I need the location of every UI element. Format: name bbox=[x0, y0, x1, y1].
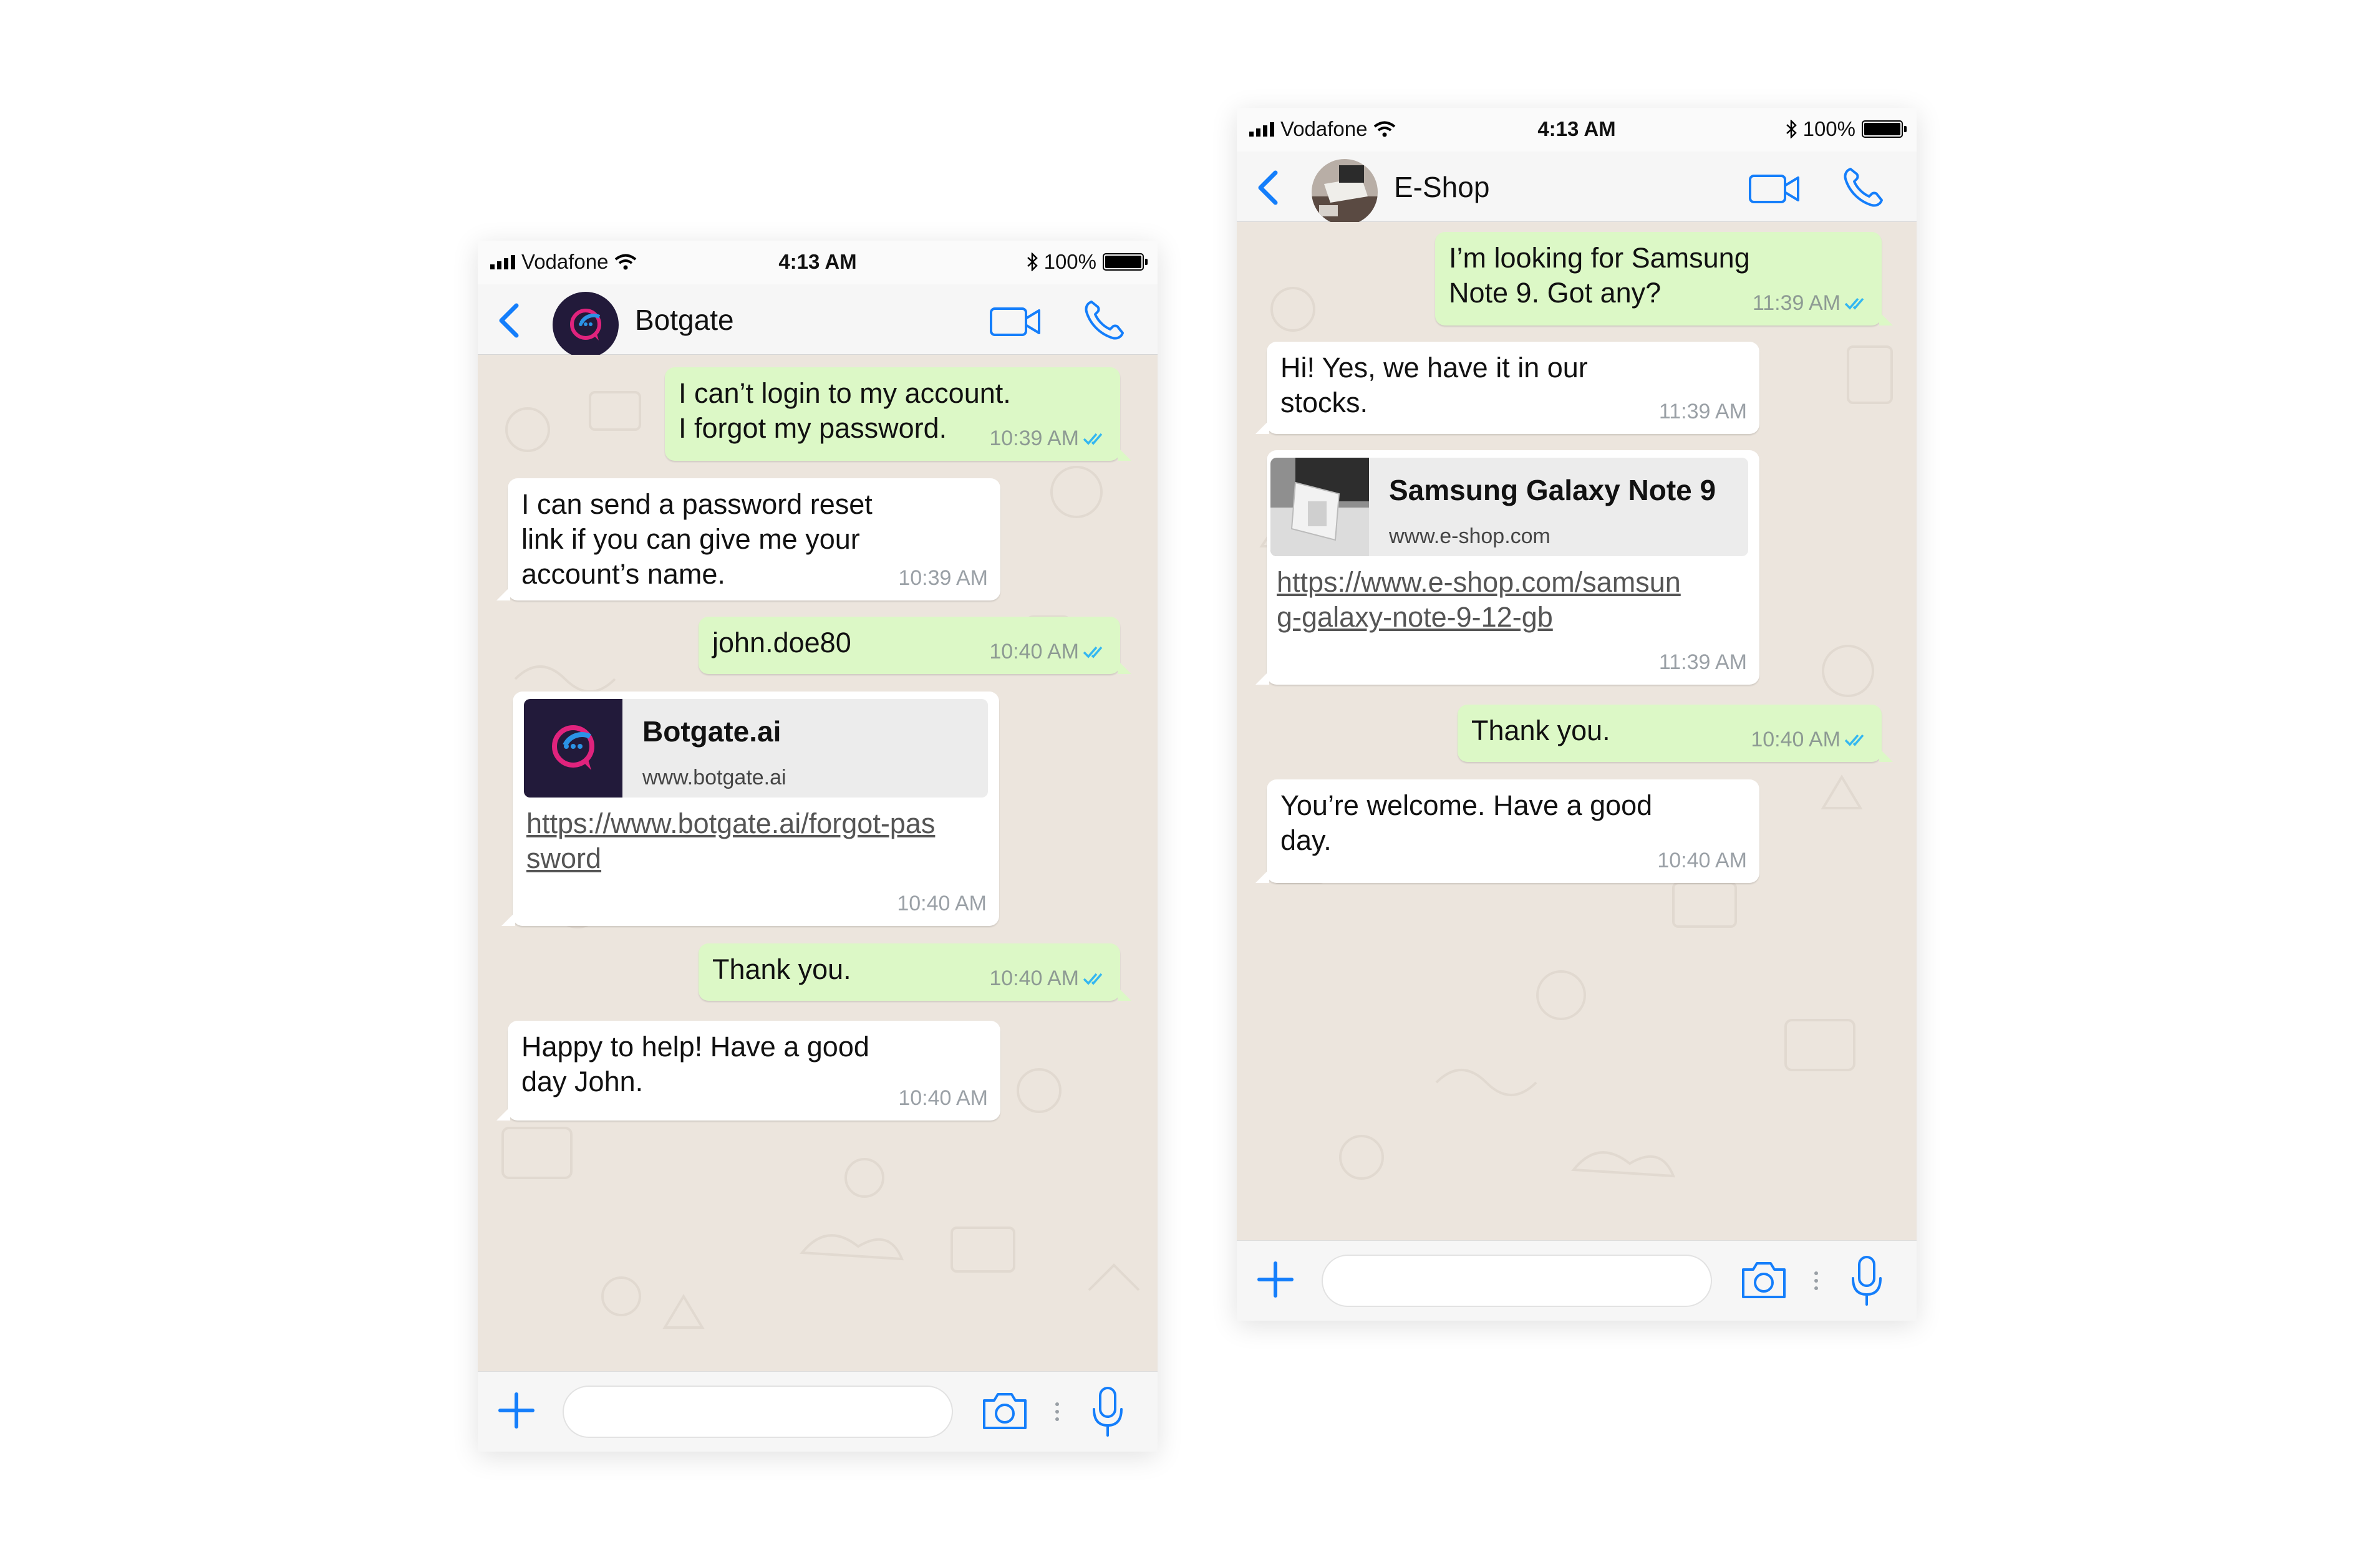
message-time: 10:40 AM bbox=[989, 640, 1079, 663]
back-chevron-icon[interactable] bbox=[494, 302, 525, 339]
message-meta: 10:39 AM bbox=[989, 421, 1108, 456]
separator-dots-icon bbox=[1055, 1402, 1059, 1421]
status-bar: Vodafone 4:13 AM 100% bbox=[478, 241, 1158, 284]
link-url[interactable]: https://www.e-shop.com/samsun g-galaxy-n… bbox=[1277, 565, 1681, 635]
status-right: 100% bbox=[1786, 117, 1907, 141]
link-title: Botgate.ai bbox=[642, 715, 781, 748]
status-right: 100% bbox=[1027, 250, 1148, 274]
message-time: 11:39 AM bbox=[1752, 291, 1841, 315]
message-incoming[interactable]: Hi! Yes, we have it in our stocks. 11:39… bbox=[1255, 342, 1759, 434]
bluetooth-icon bbox=[1027, 253, 1038, 271]
eshop-photo-avatar bbox=[1312, 159, 1378, 225]
message-meta: 11:39 AM bbox=[1753, 286, 1869, 321]
link-preview-card[interactable]: Samsung Galaxy Note 9 www.e-shop.com bbox=[1270, 458, 1748, 556]
message-time: 10:40 AM bbox=[989, 966, 1079, 990]
plus-icon[interactable] bbox=[496, 1391, 536, 1430]
input-bar bbox=[1237, 1240, 1917, 1321]
message-outgoing[interactable]: john.doe80 10:40 AM bbox=[699, 617, 1131, 674]
message-meta: 10:40 AM bbox=[989, 961, 1108, 996]
phone-call-icon[interactable] bbox=[1083, 298, 1126, 342]
message-time: 10:39 AM bbox=[989, 427, 1079, 450]
back-chevron-icon[interactable] bbox=[1253, 169, 1284, 206]
avatar[interactable] bbox=[553, 292, 619, 358]
message-outgoing[interactable]: Thank you. 10:40 AM bbox=[1458, 705, 1893, 762]
read-ticks-icon bbox=[1083, 433, 1103, 445]
message-incoming[interactable]: I can send a password reset link if you … bbox=[496, 478, 1000, 600]
avatar[interactable] bbox=[1312, 159, 1378, 225]
camera-icon[interactable] bbox=[980, 1389, 1029, 1433]
message-outgoing[interactable]: I’m looking for Samsung Note 9. Got any?… bbox=[1435, 232, 1893, 325]
link-preview-card[interactable]: Botgate.ai www.botgate.ai bbox=[524, 699, 988, 798]
botgate-logo-icon bbox=[553, 292, 619, 358]
read-ticks-icon bbox=[1844, 734, 1864, 746]
battery-percent: 100% bbox=[1802, 117, 1855, 140]
camera-icon[interactable] bbox=[1739, 1258, 1788, 1302]
microphone-icon[interactable] bbox=[1090, 1386, 1125, 1438]
chat-area[interactable]: I can’t login to my account. I forgot my… bbox=[478, 355, 1158, 1372]
read-ticks-icon bbox=[1083, 973, 1103, 985]
link-url[interactable]: https://www.botgate.ai/forgot-pas sword bbox=[526, 806, 935, 876]
phone-eshop: Vodafone 4:13 AM 100% E-Shop I’m looking… bbox=[1237, 108, 1917, 1321]
message-time: 10:39 AM bbox=[898, 566, 988, 590]
plus-icon[interactable] bbox=[1255, 1260, 1295, 1299]
botgate-logo-icon bbox=[524, 699, 622, 798]
video-call-icon[interactable] bbox=[989, 306, 1042, 338]
message-meta: 10:40 AM bbox=[1751, 722, 1869, 757]
message-meta: 10:40 AM bbox=[989, 634, 1108, 669]
status-bar: Vodafone 4:13 AM 100% bbox=[1237, 108, 1917, 152]
separator-dots-icon bbox=[1814, 1271, 1818, 1290]
message-incoming-link[interactable]: Samsung Galaxy Note 9 www.e-shop.com htt… bbox=[1255, 450, 1759, 685]
message-time: 10:40 AM bbox=[897, 892, 987, 915]
chat-title[interactable]: Botgate bbox=[635, 303, 734, 337]
link-domain: www.botgate.ai bbox=[642, 766, 786, 789]
message-meta: 10:40 AM bbox=[898, 1081, 988, 1116]
message-incoming[interactable]: Happy to help! Have a good day John. 10:… bbox=[496, 1021, 1000, 1121]
chat-title[interactable]: E-Shop bbox=[1394, 170, 1489, 204]
product-thumbnail-image bbox=[1270, 458, 1369, 556]
message-time: 10:40 AM bbox=[1751, 728, 1841, 751]
message-meta: 11:39 AM bbox=[1659, 645, 1747, 680]
microphone-icon[interactable] bbox=[1849, 1255, 1884, 1307]
video-call-icon[interactable] bbox=[1748, 173, 1801, 205]
link-domain: www.e-shop.com bbox=[1389, 524, 1550, 548]
battery-percent: 100% bbox=[1043, 250, 1096, 273]
message-meta: 10:40 AM bbox=[1657, 843, 1747, 878]
read-ticks-icon bbox=[1083, 646, 1103, 658]
message-incoming[interactable]: You’re welcome. Have a good day. 10:40 A… bbox=[1255, 779, 1759, 883]
chat-header: Botgate bbox=[478, 284, 1158, 358]
message-time: 11:39 AM bbox=[1658, 400, 1747, 423]
phone-call-icon[interactable] bbox=[1842, 165, 1885, 209]
message-meta: 10:39 AM bbox=[898, 561, 988, 595]
phone-botgate: Vodafone 4:13 AM 100% Botgate I can’t lo… bbox=[478, 241, 1158, 1452]
message-time: 10:40 AM bbox=[898, 1086, 988, 1110]
message-input[interactable] bbox=[563, 1386, 953, 1438]
message-time: 10:40 AM bbox=[1657, 849, 1747, 872]
chat-header: E-Shop bbox=[1237, 152, 1917, 225]
message-meta: 10:40 AM bbox=[897, 886, 987, 921]
battery-icon bbox=[1862, 120, 1907, 138]
bluetooth-icon bbox=[1786, 120, 1797, 138]
message-incoming-link[interactable]: Botgate.ai www.botgate.ai https://www.bo… bbox=[501, 692, 999, 926]
input-bar bbox=[478, 1371, 1158, 1452]
message-outgoing[interactable]: I can’t login to my account. I forgot my… bbox=[665, 367, 1131, 461]
message-outgoing[interactable]: Thank you. 10:40 AM bbox=[699, 943, 1131, 1001]
battery-icon bbox=[1103, 253, 1148, 271]
read-ticks-icon bbox=[1844, 297, 1864, 310]
message-input[interactable] bbox=[1322, 1255, 1712, 1307]
message-meta: 11:39 AM bbox=[1659, 394, 1747, 429]
chat-area[interactable]: I’m looking for Samsung Note 9. Got any?… bbox=[1237, 222, 1917, 1241]
message-time: 11:39 AM bbox=[1658, 650, 1747, 674]
link-title: Samsung Galaxy Note 9 bbox=[1389, 474, 1716, 506]
